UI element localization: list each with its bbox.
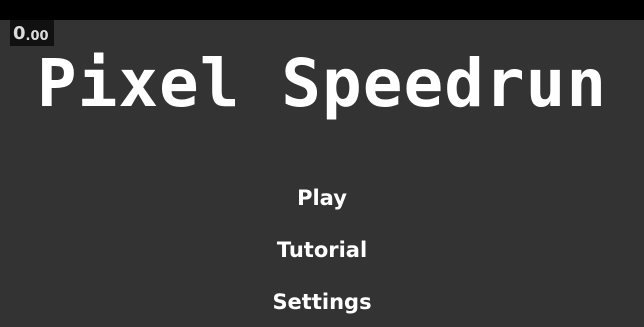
speedrun-timer: 0.00 <box>10 20 54 46</box>
timer-seconds: 0 <box>13 23 26 44</box>
top-bar <box>0 0 644 20</box>
menu-row-play: Play <box>0 184 644 212</box>
menu-row-settings: Settings <box>0 288 644 316</box>
tutorial-button[interactable]: Tutorial <box>267 236 377 264</box>
menu-row-tutorial: Tutorial <box>0 236 644 264</box>
settings-button[interactable]: Settings <box>262 288 381 316</box>
game-title: Pixel Speedrun <box>36 45 608 122</box>
timer-fraction: .00 <box>25 29 49 44</box>
play-button[interactable]: Play <box>287 184 357 212</box>
